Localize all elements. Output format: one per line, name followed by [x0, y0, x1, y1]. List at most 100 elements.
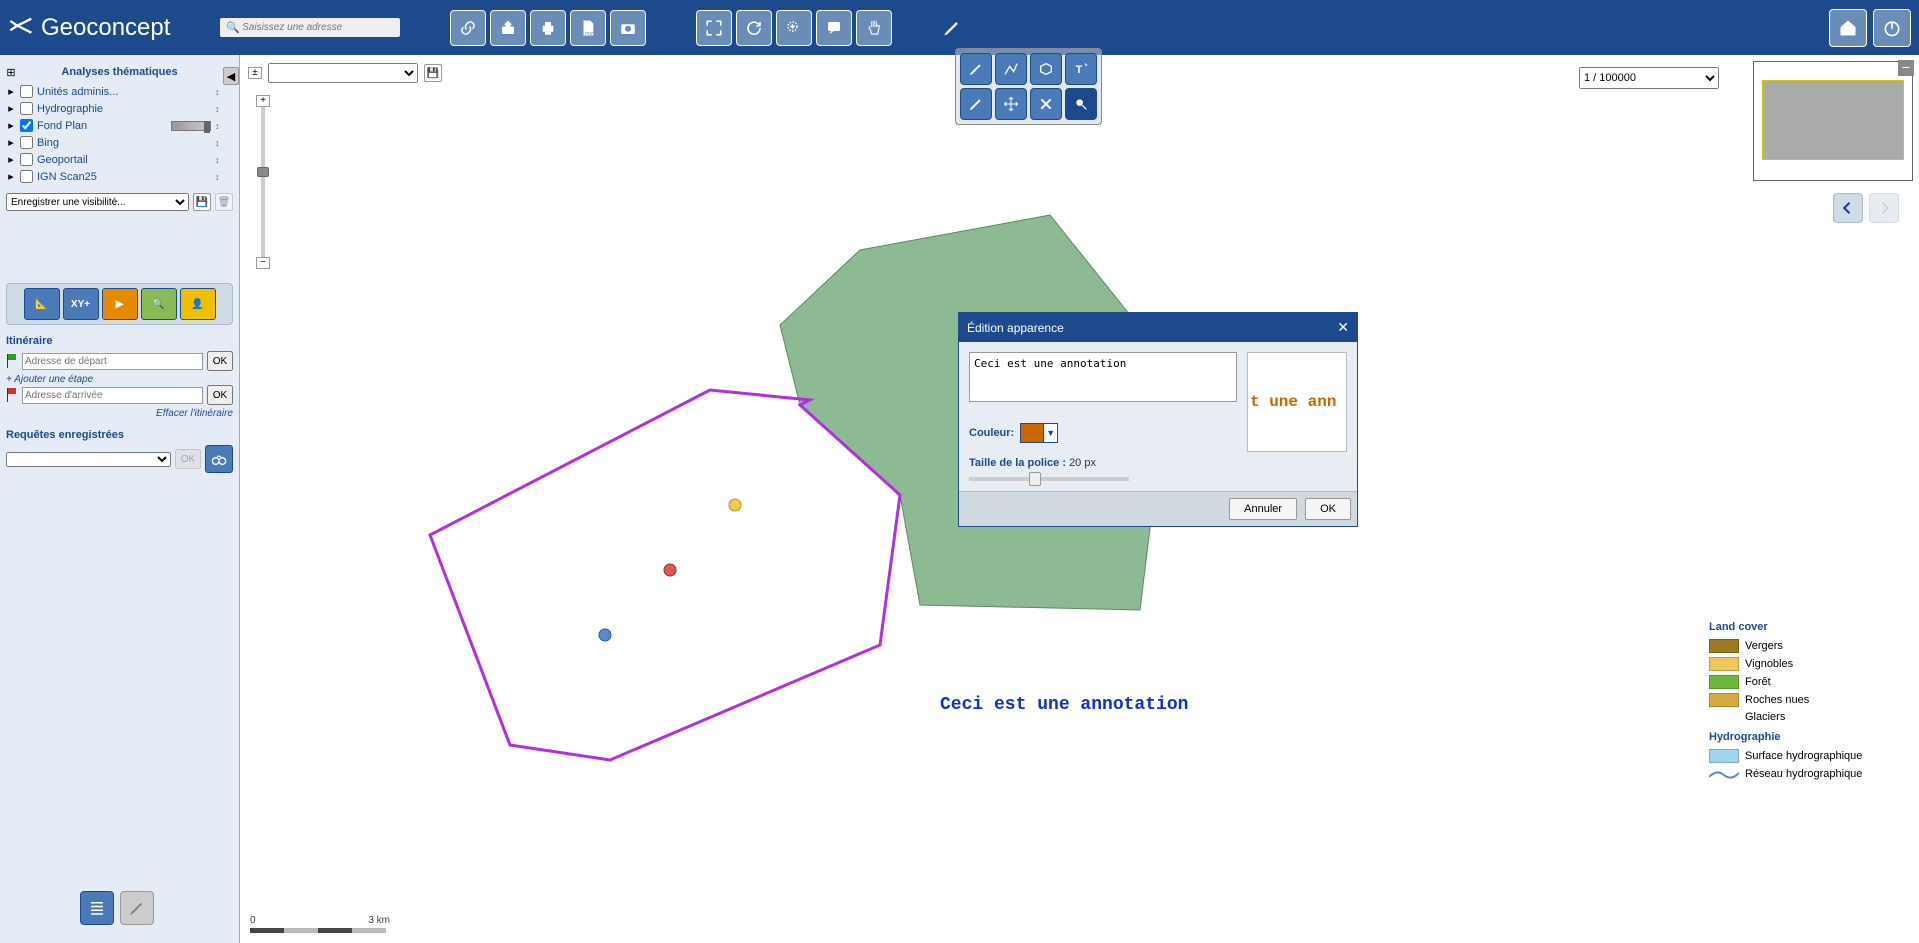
layer-expander[interactable]: ▸ [6, 170, 16, 183]
link-button[interactable] [450, 10, 486, 46]
edit-polyline-button[interactable] [995, 53, 1027, 85]
search-input[interactable] [240, 20, 394, 35]
edit-polygon-button[interactable] [1030, 53, 1062, 85]
layer-expander[interactable]: ▸ [6, 153, 16, 166]
layer-label[interactable]: Geoportail [37, 154, 211, 166]
zoom-out-button[interactable]: − [256, 257, 270, 269]
xy-button[interactable]: XY+ [63, 288, 99, 320]
zoom-toggle-button[interactable]: ± [248, 67, 262, 79]
layer-checkbox[interactable] [20, 136, 33, 149]
delete-visibility-button[interactable]: 🗑 [215, 193, 233, 211]
annotation-text-input[interactable] [969, 352, 1237, 402]
layer-checkbox[interactable] [20, 170, 33, 183]
appearance-dialog: Édition apparence ✕ Couleur: ▼ Taille de… [958, 312, 1358, 527]
save-visibility-button[interactable]: 💾 [193, 193, 211, 211]
dialog-ok-button[interactable]: OK [1305, 498, 1351, 520]
start-address-input[interactable] [22, 353, 203, 370]
layer-opacity-slider[interactable] [171, 121, 211, 131]
power-button[interactable] [1873, 9, 1911, 47]
color-swatch[interactable] [1021, 424, 1043, 442]
view-list-button[interactable] [80, 891, 114, 925]
top-right-buttons [1829, 9, 1911, 47]
layer-move-arrows[interactable]: ↕ [215, 155, 233, 165]
layer-checkbox[interactable] [20, 85, 33, 98]
nav-next-button[interactable] [1869, 193, 1899, 223]
edit-move-button[interactable] [995, 88, 1027, 120]
edit-appearance-button[interactable] [1065, 88, 1097, 120]
measure-button[interactable]: 📐 [24, 288, 60, 320]
queries-ok-button[interactable]: OK [175, 449, 201, 469]
end-ok-button[interactable]: OK [207, 385, 233, 405]
legend: Land cover VergersVignoblesForêtRoches n… [1709, 615, 1889, 783]
edit-pencil-button[interactable] [960, 53, 992, 85]
start-ok-button[interactable]: OK [207, 351, 233, 371]
zoom-in-button[interactable]: + [256, 95, 270, 107]
layer-label[interactable]: IGN Scan25 [37, 171, 211, 183]
view-edit-button[interactable] [120, 891, 154, 925]
edit-delete-button[interactable] [1030, 88, 1062, 120]
address-search[interactable]: 🔍 [220, 18, 400, 37]
layer-expander[interactable]: ▸ [6, 136, 16, 149]
pan-button[interactable] [856, 10, 892, 46]
blue-dot [599, 629, 611, 641]
legend-row: Vergers [1709, 637, 1889, 655]
erase-itinerary-link[interactable]: Effacer l'itinéraire [6, 408, 233, 419]
layer-move-arrows[interactable]: ↕ [215, 172, 233, 182]
font-size-thumb[interactable] [1029, 472, 1041, 486]
search-zoom-button[interactable]: 🔍 [141, 288, 177, 320]
save-layer-button[interactable]: 💾 [424, 64, 442, 82]
color-dropdown-button[interactable]: ▼ [1043, 424, 1057, 442]
font-size-value: 20 px [1069, 457, 1096, 469]
layer-label[interactable]: Unités adminis... [37, 86, 211, 98]
view-mode-buttons [80, 891, 154, 925]
pdf-button[interactable]: PDF [570, 10, 606, 46]
expand-all-icon[interactable]: ⊞ [6, 66, 16, 79]
font-size-slider[interactable] [969, 477, 1129, 481]
sidebar-collapse-button[interactable]: ◀ [223, 67, 239, 85]
layer-label[interactable]: Hydrographie [37, 103, 211, 115]
layer-checkbox[interactable] [20, 102, 33, 115]
zoom-slider[interactable]: + − [256, 95, 270, 269]
layer-label[interactable]: Fond Plan [37, 120, 167, 132]
overview-collapse-button[interactable]: − [1898, 60, 1914, 76]
edit-text-button[interactable]: T [1065, 53, 1097, 85]
layer-checkbox[interactable] [20, 153, 33, 166]
home-button[interactable] [1829, 9, 1867, 47]
dialog-cancel-button[interactable]: Annuler [1229, 498, 1297, 520]
layer-checkbox[interactable] [20, 119, 33, 132]
dialog-titlebar[interactable]: Édition apparence ✕ [959, 313, 1357, 342]
layer-move-arrows[interactable]: ↕ [215, 121, 233, 131]
nav-prev-button[interactable] [1833, 193, 1863, 223]
layer-expander[interactable]: ▸ [6, 85, 16, 98]
zoom-plus-button[interactable] [776, 10, 812, 46]
add-step-link[interactable]: + Ajouter une étape [6, 374, 233, 385]
legend-label: Vergers [1745, 640, 1783, 652]
binoculars-button[interactable] [205, 445, 233, 473]
dialog-close-button[interactable]: ✕ [1337, 319, 1349, 336]
fullscreen-button[interactable] [696, 10, 732, 46]
queries-select[interactable] [6, 452, 171, 467]
layer-move-arrows[interactable]: ↕ [215, 104, 233, 114]
scale-select[interactable]: 1 / 100000 [1579, 67, 1719, 89]
refresh-button[interactable] [736, 10, 772, 46]
visibility-select[interactable]: Enregistrer une visibilité... [6, 193, 189, 211]
overview-map[interactable]: − [1753, 61, 1913, 181]
pencil-icon[interactable] [942, 18, 962, 38]
info-button[interactable] [816, 10, 852, 46]
camera-button[interactable] [610, 10, 646, 46]
layer-move-arrows[interactable]: ↕ [215, 138, 233, 148]
export-button[interactable] [490, 10, 526, 46]
end-address-input[interactable] [22, 387, 203, 404]
route-button[interactable]: ▶ [102, 288, 138, 320]
print-button[interactable] [530, 10, 566, 46]
layer-expander[interactable]: ▸ [6, 119, 16, 132]
edit-eraser-button[interactable] [960, 88, 992, 120]
zoom-thumb[interactable] [257, 167, 269, 177]
isochrone-button[interactable]: 👤 [180, 288, 216, 320]
brand-name: Geoconcept [41, 14, 170, 42]
legend-label: Forêt [1745, 676, 1771, 688]
layer-dropdown[interactable] [268, 63, 418, 83]
layer-move-arrows[interactable]: ↕ [215, 87, 233, 97]
layer-expander[interactable]: ▸ [6, 102, 16, 115]
layer-label[interactable]: Bing [37, 137, 211, 149]
